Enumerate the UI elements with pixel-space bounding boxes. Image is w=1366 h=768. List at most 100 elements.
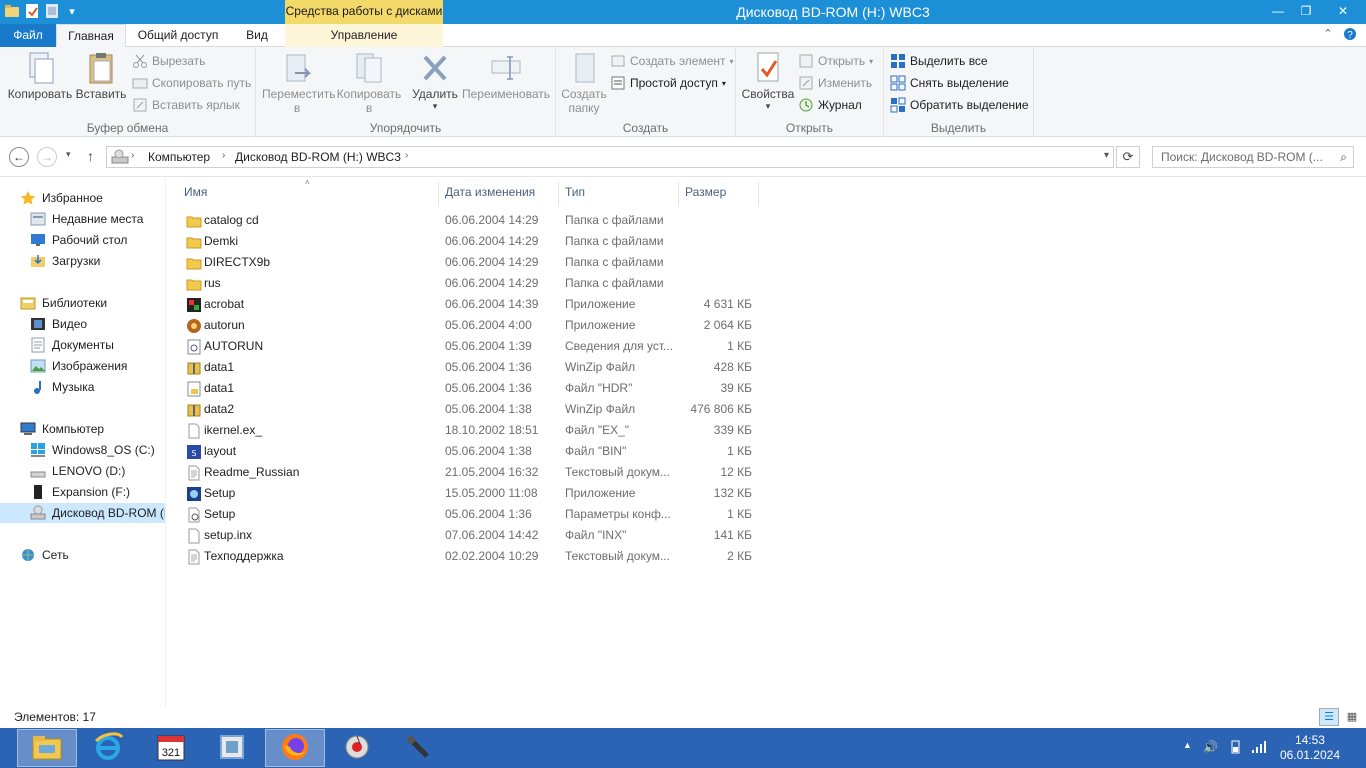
select-all-button[interactable]: Выделить все bbox=[890, 51, 988, 71]
nav-drive-c[interactable]: Windows8_OS (C:) bbox=[30, 440, 155, 460]
tab-file[interactable]: Файл bbox=[0, 24, 56, 47]
tab-home[interactable]: Главная bbox=[56, 24, 126, 48]
move-to-button[interactable]: Переместить в bbox=[262, 51, 336, 115]
file-name: Demki bbox=[204, 234, 239, 248]
edit-button[interactable]: Изменить bbox=[798, 73, 872, 93]
properties-qat-icon[interactable] bbox=[24, 3, 40, 19]
nav-computer[interactable]: Компьютер bbox=[20, 419, 104, 439]
minimize-button[interactable]: — bbox=[1264, 0, 1292, 22]
taskbar-app-7[interactable] bbox=[388, 729, 448, 767]
new-item-button[interactable]: Создать элемент ▾ bbox=[610, 51, 734, 71]
file-row[interactable]: data2 05.06.2004 1:38 WinZip Файл 476 806 К… bbox=[180, 399, 760, 420]
file-row[interactable]: catalog cd 06.06.2004 14:29 Папка с файлам… bbox=[180, 210, 760, 231]
easy-access-button[interactable]: Простой доступ ▾ bbox=[610, 73, 726, 93]
search-box[interactable]: Поиск: Дисковод BD-ROM (... ⌕ bbox=[1152, 146, 1354, 168]
signal-icon[interactable] bbox=[1251, 740, 1267, 757]
file-date: 02.02.2004 10:29 bbox=[445, 549, 539, 563]
address-box[interactable]: › Компьютер › Дисковод BD-ROM (H:) WBC3 … bbox=[106, 146, 1114, 168]
up-button[interactable]: ↑ bbox=[87, 148, 94, 164]
back-button[interactable]: ← bbox=[9, 147, 29, 167]
taskbar-firefox[interactable] bbox=[265, 729, 325, 767]
paste-button[interactable]: Вставить bbox=[74, 51, 128, 101]
close-button[interactable]: ✕ bbox=[1320, 0, 1366, 22]
column-header-date[interactable]: Дата изменения bbox=[439, 182, 559, 206]
maximize-button[interactable]: ❐ bbox=[1292, 0, 1320, 22]
taskbar-app-6[interactable] bbox=[327, 729, 387, 767]
column-header-size[interactable]: Размер bbox=[679, 182, 759, 206]
file-row[interactable]: Setup 15.05.2000 11:08 Приложение 132 КБ bbox=[180, 483, 760, 504]
properties-button[interactable]: Свойства ▾ bbox=[740, 51, 796, 112]
nav-favorites[interactable]: Избранное bbox=[20, 188, 103, 208]
svg-text:S: S bbox=[191, 449, 196, 458]
file-row[interactable]: data1 05.06.2004 1:36 WinZip Файл 428 КБ bbox=[180, 357, 760, 378]
file-row[interactable]: rus 06.06.2004 14:29 Папка с файлами bbox=[180, 273, 760, 294]
new-folder-qat-icon[interactable] bbox=[44, 3, 60, 19]
column-header-type[interactable]: Тип bbox=[559, 182, 679, 206]
nav-images[interactable]: Изображения bbox=[30, 356, 127, 376]
history-button[interactable]: Журнал bbox=[798, 95, 862, 115]
copy-path-button[interactable]: Скопировать путь bbox=[132, 73, 251, 93]
nav-drive-d[interactable]: LENOVO (D:) bbox=[30, 461, 125, 481]
refresh-button[interactable]: ⟳ bbox=[1116, 146, 1140, 168]
file-row[interactable]: Setup 05.06.2004 1:36 Параметры конф... 1 К… bbox=[180, 504, 760, 525]
collapse-ribbon-icon[interactable]: ⌃ bbox=[1320, 27, 1336, 43]
delete-button[interactable]: Удалить ▾ bbox=[408, 51, 462, 112]
paste-shortcut-button[interactable]: Вставить ярлык bbox=[132, 95, 240, 115]
address-dropdown[interactable]: ▾ bbox=[1104, 150, 1109, 161]
file-row[interactable]: Техподдержка 02.02.2004 10:29 Текстовый до… bbox=[180, 546, 760, 567]
nav-recent-places[interactable]: Недавние места bbox=[30, 209, 143, 229]
clock[interactable]: 14:53 06.01.2024 bbox=[1280, 733, 1340, 763]
details-view-button[interactable]: ☰ bbox=[1319, 708, 1339, 726]
nav-drive-f[interactable]: Expansion (F:) bbox=[30, 482, 130, 502]
copy-button[interactable]: Копировать bbox=[6, 51, 74, 101]
taskbar-virtualbox[interactable] bbox=[202, 729, 262, 767]
file-row[interactable]: AUTORUN 05.06.2004 1:39 Сведения для уст..… bbox=[180, 336, 760, 357]
nav-libraries[interactable]: Библиотеки bbox=[20, 293, 107, 313]
nav-video[interactable]: Видео bbox=[30, 314, 87, 334]
tab-view[interactable]: Вид bbox=[230, 24, 284, 47]
invert-selection-button[interactable]: Обратить выделение bbox=[890, 95, 1029, 115]
large-icons-view-button[interactable]: ▦ bbox=[1342, 708, 1362, 726]
file-row[interactable]: ikernel.ex_ 18.10.2002 18:51 Файл "EX_" 339… bbox=[180, 420, 760, 441]
nav-documents[interactable]: Документы bbox=[30, 335, 114, 355]
file-row[interactable]: data1 05.06.2004 1:36 Файл "HDR" 39 КБ bbox=[180, 378, 760, 399]
recent-locations-dropdown[interactable]: ▾ bbox=[66, 149, 71, 160]
battery-icon[interactable] bbox=[1228, 740, 1242, 757]
taskbar-calendar-app[interactable]: 321 bbox=[141, 729, 201, 767]
nav-desktop[interactable]: Рабочий стол bbox=[30, 230, 127, 250]
file-name: ikernel.ex_ bbox=[204, 423, 263, 437]
select-all-icon bbox=[890, 53, 906, 69]
file-row[interactable]: Slayout 05.06.2004 1:38 Файл "BIN" 1 КБ bbox=[180, 441, 760, 462]
file-row[interactable]: setup.inx 07.06.2004 14:42 Файл "INX" 141 К… bbox=[180, 525, 760, 546]
nav-music[interactable]: Музыка bbox=[30, 377, 94, 397]
column-header-name[interactable]: Имя bbox=[178, 182, 439, 206]
open-button[interactable]: Открыть ▾ bbox=[798, 51, 873, 71]
file-row[interactable]: DIRECTX9b 06.06.2004 14:29 Папка с файлами bbox=[180, 252, 760, 273]
tab-manage[interactable]: Управление bbox=[285, 24, 443, 47]
nav-drive-h[interactable]: Дисковод BD-ROM (H:) WBC3 bbox=[0, 503, 165, 523]
cut-button[interactable]: Вырезать bbox=[132, 51, 205, 71]
copy-to-button[interactable]: Копировать в bbox=[334, 51, 404, 115]
taskbar-internet-explorer[interactable] bbox=[78, 729, 138, 767]
select-none-button[interactable]: Снять выделение bbox=[890, 73, 1009, 93]
qat-dropdown-icon[interactable]: ▾ bbox=[64, 3, 80, 19]
nav-downloads[interactable]: Загрузки bbox=[30, 251, 100, 271]
copy-to-icon bbox=[353, 51, 385, 85]
file-row[interactable]: autorun 05.06.2004 4:00 Приложение 2 064 КБ bbox=[180, 315, 760, 336]
taskbar-explorer[interactable] bbox=[17, 729, 77, 767]
nav-network[interactable]: Сеть bbox=[20, 545, 69, 565]
file-row[interactable]: Demki 06.06.2004 14:29 Папка с файлами bbox=[180, 231, 760, 252]
tab-share[interactable]: Общий доступ bbox=[126, 24, 230, 47]
breadcrumb-drive[interactable]: Дисковод BD-ROM (H:) WBC3 bbox=[235, 150, 401, 164]
explorer-icon[interactable] bbox=[4, 3, 20, 19]
rename-button[interactable]: Переименовать bbox=[460, 51, 552, 101]
help-icon[interactable]: ? bbox=[1342, 27, 1358, 43]
new-folder-button[interactable]: Создать папку bbox=[558, 51, 610, 115]
file-row[interactable]: Readme_Russian 21.05.2004 16:32 Текстовый … bbox=[180, 462, 760, 483]
tray-overflow-icon[interactable]: ▲ bbox=[1183, 740, 1192, 750]
forward-button[interactable]: → bbox=[37, 147, 57, 167]
file-size: 339 КБ bbox=[713, 423, 752, 437]
file-row[interactable]: acrobat 06.06.2004 14:39 Приложение 4 631 К… bbox=[180, 294, 760, 315]
breadcrumb-computer[interactable]: Компьютер bbox=[148, 150, 210, 164]
volume-icon[interactable]: 🔊 bbox=[1203, 740, 1218, 754]
